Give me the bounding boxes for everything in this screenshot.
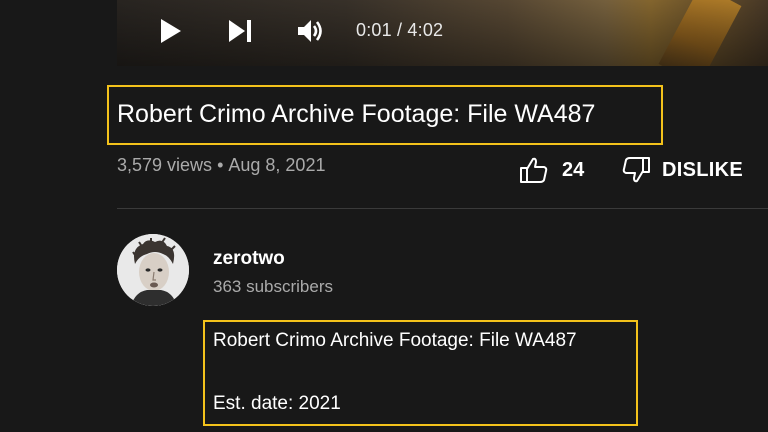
- video-meta: 3,579 views • Aug 8, 2021: [117, 155, 325, 176]
- video-player[interactable]: 0:01 / 4:02: [117, 0, 768, 66]
- dislike-label: DISLIKE: [662, 158, 743, 181]
- dislike-button[interactable]: DISLIKE: [620, 153, 743, 187]
- like-count: 24: [562, 158, 585, 181]
- next-button[interactable]: [225, 16, 255, 46]
- channel-avatar[interactable]: [117, 234, 189, 306]
- video-title: Robert Crimo Archive Footage: File WA487: [117, 100, 596, 128]
- description-line: Est. date: 2021: [213, 393, 341, 414]
- video-page: 0:01 / 4:02 Robert Crimo Archive Footage…: [0, 0, 768, 432]
- subscriber-count: 363 subscribers: [213, 277, 334, 296]
- thumbs-up-icon: [518, 154, 550, 186]
- description-line: Robert Crimo Archive Footage: File WA487: [213, 330, 577, 351]
- meta-separator: •: [217, 155, 224, 175]
- playback-time: 0:01 / 4:02: [356, 20, 444, 40]
- play-icon: [155, 16, 185, 46]
- section-divider: [117, 208, 768, 209]
- upload-date: Aug 8, 2021: [228, 155, 326, 175]
- channel-name[interactable]: zerotwo: [213, 248, 285, 270]
- like-button[interactable]: 24: [518, 153, 584, 187]
- volume-icon: [295, 16, 325, 46]
- player-controls: 0:01 / 4:02: [117, 0, 768, 66]
- thumbs-down-icon: [620, 154, 652, 186]
- skip-next-icon: [225, 16, 255, 46]
- play-button[interactable]: [155, 16, 185, 46]
- view-count: 3,579 views: [117, 155, 213, 175]
- volume-button[interactable]: [295, 16, 325, 46]
